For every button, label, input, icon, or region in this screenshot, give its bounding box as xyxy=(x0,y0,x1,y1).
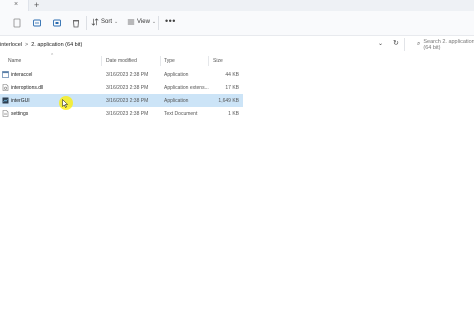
text-doc-icon xyxy=(2,110,9,117)
column-divider[interactable] xyxy=(160,56,161,66)
file-row-interoptions[interactable]: interoptions.dll 3/16/2023 2:38 PM Appli… xyxy=(0,81,243,94)
sort-button[interactable]: Sort ⌄ xyxy=(91,18,118,26)
new-item-icon[interactable] xyxy=(12,18,22,28)
toolbar-divider xyxy=(86,16,87,30)
cut-icon[interactable] xyxy=(32,18,42,28)
view-icon xyxy=(127,19,135,25)
file-date: 3/16/2023 2:38 PM xyxy=(106,84,149,91)
address-bar[interactable]: interlocel > 2. application (64 bit) xyxy=(0,38,386,51)
column-divider[interactable] xyxy=(101,56,102,66)
chevron-down-icon: ⌄ xyxy=(114,19,119,25)
file-size: 17 KB xyxy=(225,84,239,91)
file-type: Application xyxy=(164,97,189,104)
copy-icon[interactable] xyxy=(52,18,62,28)
file-date: 3/16/2023 2:38 PM xyxy=(106,110,149,117)
tab-close-button[interactable]: × xyxy=(14,0,18,9)
sort-label: Sort xyxy=(101,19,113,25)
file-size: 44 KB xyxy=(225,71,239,78)
search-input[interactable]: ⌕ Search 2. application (64 bit) xyxy=(404,38,474,51)
dll-icon xyxy=(2,84,9,91)
refresh-icon[interactable]: ↻ xyxy=(393,39,399,47)
file-row-settings[interactable]: settings 3/16/2023 2:38 PM Text Document… xyxy=(0,107,243,120)
view-button[interactable]: View ⌄ xyxy=(127,18,156,26)
sort-icon xyxy=(91,18,99,26)
sort-indicator-icon: ⌃ xyxy=(50,53,55,59)
file-type: Application extens... xyxy=(164,84,209,91)
column-divider[interactable] xyxy=(208,56,209,66)
file-type: Text Document xyxy=(164,110,198,117)
file-date: 3/16/2023 2:38 PM xyxy=(106,97,149,104)
view-label: View xyxy=(137,19,150,25)
file-size: 1 KB xyxy=(228,110,239,117)
breadcrumb-folder[interactable]: interlocel xyxy=(0,42,22,48)
chevron-down-icon: ⌄ xyxy=(151,19,157,25)
more-options-button[interactable]: ••• xyxy=(165,16,176,26)
app-icon xyxy=(2,71,9,78)
column-header-type[interactable]: Type xyxy=(164,54,175,68)
file-name: interoptions.dll xyxy=(11,84,44,91)
breadcrumb-separator: > xyxy=(25,41,29,48)
file-row-intergui[interactable]: interGUI 3/16/2023 2:38 PM Application 1… xyxy=(0,94,243,107)
file-row-interaccel[interactable]: interaccel 3/16/2023 2:38 PM Application… xyxy=(0,68,243,81)
column-header-date[interactable]: Date modified xyxy=(106,54,137,68)
search-icon: ⌕ xyxy=(417,41,421,47)
delete-icon[interactable] xyxy=(71,18,81,28)
new-tab-button[interactable]: + xyxy=(34,0,39,10)
mouse-cursor xyxy=(59,96,73,110)
file-name: interGUI xyxy=(11,97,30,104)
app-gui-icon xyxy=(2,97,9,104)
file-name: settings xyxy=(11,110,29,117)
tab-strip: × + xyxy=(0,0,474,11)
toolbar-divider xyxy=(158,16,159,30)
file-type: Application xyxy=(164,71,189,78)
command-bar: Sort ⌄ View ⌄ ••• xyxy=(0,11,474,36)
file-name: interaccel xyxy=(11,71,33,78)
file-date: 3/16/2023 2:38 PM xyxy=(106,71,149,78)
search-placeholder: Search 2. application (64 bit) xyxy=(423,38,474,51)
pointer-icon xyxy=(62,99,68,108)
address-history-chevron-icon[interactable]: ⌄ xyxy=(378,40,383,47)
file-size: 1,649 KB xyxy=(218,97,239,104)
column-header-name[interactable]: Name xyxy=(8,54,21,68)
column-header-size[interactable]: Size xyxy=(213,54,223,68)
active-tab[interactable]: × xyxy=(0,0,29,11)
breadcrumb-current[interactable]: 2. application (64 bit) xyxy=(31,42,82,48)
address-bar-row: interlocel > 2. application (64 bit) ⌄ ↻… xyxy=(0,38,474,52)
